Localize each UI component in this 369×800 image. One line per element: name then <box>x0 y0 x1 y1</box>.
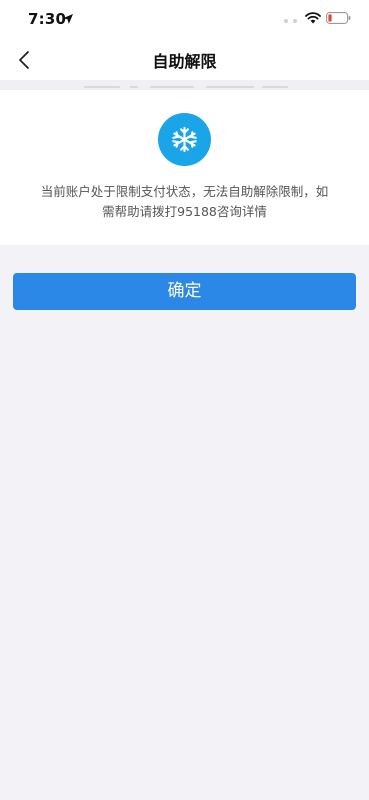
battery-icon <box>326 12 351 24</box>
restriction-notice-card: 当前账户处于限制支付状态，无法自助解除限制，如需帮助请拨打95188咨询详情 <box>0 90 369 245</box>
location-arrow-icon <box>63 14 73 24</box>
navigation-bar: 自助解限 <box>0 40 369 80</box>
header-divider-strip <box>0 80 369 90</box>
status-time: 7:30 <box>28 10 67 28</box>
status-bar: 7:30 <box>0 0 369 40</box>
page-title: 自助解限 <box>152 52 217 71</box>
confirm-button[interactable]: 确定 <box>13 273 356 310</box>
freeze-badge <box>158 113 211 166</box>
restriction-message: 当前账户处于限制支付状态，无法自助解除限制，如需帮助请拨打95188咨询详情 <box>40 184 329 219</box>
signal-dots-icon <box>284 19 298 23</box>
wifi-icon <box>305 12 321 24</box>
snowflake-icon <box>172 126 197 153</box>
